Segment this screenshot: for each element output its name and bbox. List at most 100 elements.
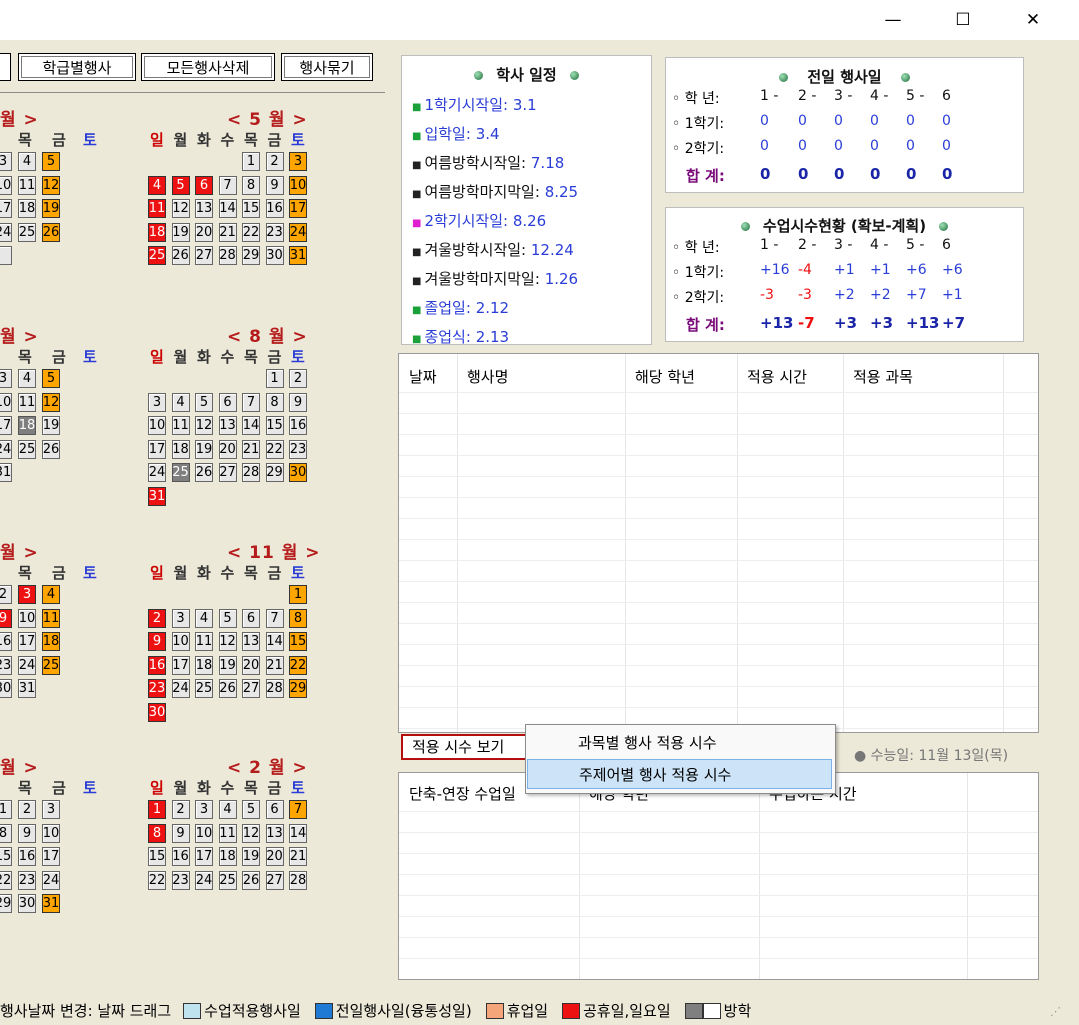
calendar-day-cell[interactable]: 14 — [289, 823, 307, 843]
calendar-day-cell[interactable]: 26 — [242, 870, 260, 890]
calendar-day-cell[interactable]: 6 — [218, 392, 237, 412]
calendar-day-cell[interactable]: 2 — [148, 608, 166, 628]
calendar-day-cell[interactable]: 27 — [218, 463, 237, 483]
calendar-day-cell[interactable]: 4 — [18, 369, 36, 388]
calendar-day-cell[interactable]: 17 — [0, 416, 12, 436]
menu-item-by-keyword[interactable]: 주제어별 행사 적용 시수 — [527, 759, 832, 789]
calendar-day-cell[interactable]: 3 — [0, 152, 12, 171]
calendar-day-cell[interactable]: 8 — [0, 823, 12, 843]
calendar-day-cell[interactable]: 2 — [18, 800, 36, 819]
calendar-day-cell[interactable]: 4 — [148, 175, 166, 195]
calendar-day-cell[interactable]: 16 — [265, 199, 284, 219]
calendar-day-cell[interactable]: 24 — [42, 870, 60, 890]
calendar-day-cell[interactable]: 22 — [0, 870, 12, 890]
calendar-day-cell[interactable]: 29 — [0, 894, 12, 914]
partial-button[interactable] — [0, 53, 11, 81]
calendar-day-cell[interactable]: 4 — [18, 152, 36, 171]
calendar-day-cell[interactable]: 16 — [171, 847, 190, 867]
calendar-day-cell[interactable]: 12 — [42, 392, 60, 412]
calendar-day-cell[interactable]: 25 — [18, 222, 36, 242]
calendar-day-cell[interactable]: 29 — [289, 679, 307, 699]
calendar-day-cell[interactable]: 16 — [148, 655, 166, 675]
calendar-day-cell[interactable]: 15 — [148, 847, 166, 867]
calendar-day-cell[interactable]: 18 — [171, 439, 190, 459]
calendar-day-cell[interactable]: 23 — [171, 870, 190, 890]
calendar-day-cell[interactable]: 31 — [289, 246, 307, 266]
calendar-day-cell[interactable]: 4 — [42, 585, 60, 604]
calendar-day-cell[interactable]: 20 — [242, 655, 260, 675]
delete-all-events-button[interactable]: 모든행사삭제 — [141, 53, 275, 81]
calendar-day-cell[interactable]: 25 — [195, 679, 213, 699]
calendar-day-cell[interactable] — [0, 246, 12, 266]
calendar-day-cell[interactable]: 3 — [171, 608, 190, 628]
maximize-icon[interactable]: ☐ — [940, 0, 986, 40]
calendar-day-cell[interactable]: 24 — [0, 222, 12, 242]
calendar-day-cell[interactable]: 18 — [18, 199, 36, 219]
calendar-day-cell[interactable]: 18 — [195, 655, 213, 675]
calendar-day-cell[interactable]: 9 — [265, 175, 284, 195]
calendar-day-cell[interactable]: 13 — [218, 416, 237, 436]
calendar-day-cell[interactable]: 23 — [0, 655, 12, 675]
calendar-day-cell[interactable]: 2 — [289, 369, 307, 388]
calendar-day-cell[interactable]: 1 — [242, 152, 260, 171]
calendar-day-cell[interactable]: 10 — [42, 823, 60, 843]
list-column-header[interactable]: 적용 시간 — [747, 366, 807, 387]
list-column-header[interactable]: 행사명 — [467, 366, 508, 387]
calendar-day-cell[interactable]: 28 — [289, 870, 307, 890]
calendar-day-cell[interactable]: 9 — [171, 823, 190, 843]
calendar-day-cell[interactable]: 9 — [148, 632, 166, 652]
calendar-day-cell[interactable]: 6 — [265, 800, 284, 819]
calendar-day-cell[interactable]: 3 — [289, 152, 307, 171]
calendar-day-cell[interactable]: 26 — [195, 463, 213, 483]
calendar-day-cell[interactable]: 1 — [289, 585, 307, 604]
calendar-day-cell[interactable]: 8 — [242, 175, 260, 195]
list-column-header[interactable]: 적용 과목 — [853, 366, 913, 387]
calendar-day-cell[interactable]: 24 — [289, 222, 307, 242]
calendar-day-cell[interactable]: 29 — [265, 463, 284, 483]
calendar-day-cell[interactable]: 24 — [148, 463, 166, 483]
calendar-day-cell[interactable]: 11 — [195, 632, 213, 652]
calendar-day-cell[interactable]: 30 — [18, 894, 36, 914]
calendar-day-cell[interactable]: 30 — [0, 679, 12, 699]
list-column-header[interactable]: 날짜 — [409, 366, 437, 387]
close-icon[interactable]: ✕ — [1010, 0, 1056, 40]
list-column-header[interactable]: 단축-연장 수업일 — [409, 783, 516, 804]
calendar-day-cell[interactable]: 23 — [18, 870, 36, 890]
calendar-day-cell[interactable]: 9 — [289, 392, 307, 412]
calendar-day-cell[interactable]: 13 — [242, 632, 260, 652]
calendar-day-cell[interactable]: 18 — [18, 416, 36, 436]
calendar-day-cell[interactable]: 25 — [18, 439, 36, 459]
calendar-day-cell[interactable]: 13 — [265, 823, 284, 843]
calendar-day-cell[interactable]: 23 — [289, 439, 307, 459]
calendar-day-cell[interactable]: 13 — [195, 199, 213, 219]
calendar-day-cell[interactable]: 22 — [289, 655, 307, 675]
calendar-day-cell[interactable]: 16 — [18, 847, 36, 867]
calendar-day-cell[interactable]: 11 — [171, 416, 190, 436]
minimize-icon[interactable]: — — [870, 0, 916, 40]
calendar-day-cell[interactable]: 9 — [18, 823, 36, 843]
calendar-day-cell[interactable]: 19 — [42, 416, 60, 436]
calendar-day-cell[interactable]: 17 — [18, 632, 36, 652]
calendar-day-cell[interactable]: 16 — [0, 632, 12, 652]
calendar-day-cell[interactable]: 10 — [195, 823, 213, 843]
calendar-day-cell[interactable]: 22 — [265, 439, 284, 459]
calendar-day-cell[interactable]: 23 — [265, 222, 284, 242]
calendar-day-cell[interactable]: 16 — [289, 416, 307, 436]
calendar-day-cell[interactable]: 8 — [148, 823, 166, 843]
calendar-day-cell[interactable]: 19 — [171, 222, 190, 242]
calendar-day-cell[interactable]: 10 — [289, 175, 307, 195]
calendar-day-cell[interactable]: 4 — [218, 800, 237, 819]
calendar-day-cell[interactable]: 19 — [195, 439, 213, 459]
calendar-day-cell[interactable]: 7 — [242, 392, 260, 412]
calendar-day-cell[interactable]: 30 — [265, 246, 284, 266]
calendar-day-cell[interactable]: 8 — [265, 392, 284, 412]
calendar-day-cell[interactable]: 5 — [42, 369, 60, 388]
calendar-day-cell[interactable]: 28 — [218, 246, 237, 266]
calendar-day-cell[interactable]: 15 — [242, 199, 260, 219]
calendar-day-cell[interactable]: 7 — [265, 608, 284, 628]
class-event-button[interactable]: 학급별행사 — [18, 53, 136, 81]
calendar-day-cell[interactable]: 26 — [218, 679, 237, 699]
calendar-day-cell[interactable]: 3 — [18, 585, 36, 604]
group-events-button[interactable]: 행사묶기 — [281, 53, 373, 81]
calendar-day-cell[interactable]: 14 — [218, 199, 237, 219]
